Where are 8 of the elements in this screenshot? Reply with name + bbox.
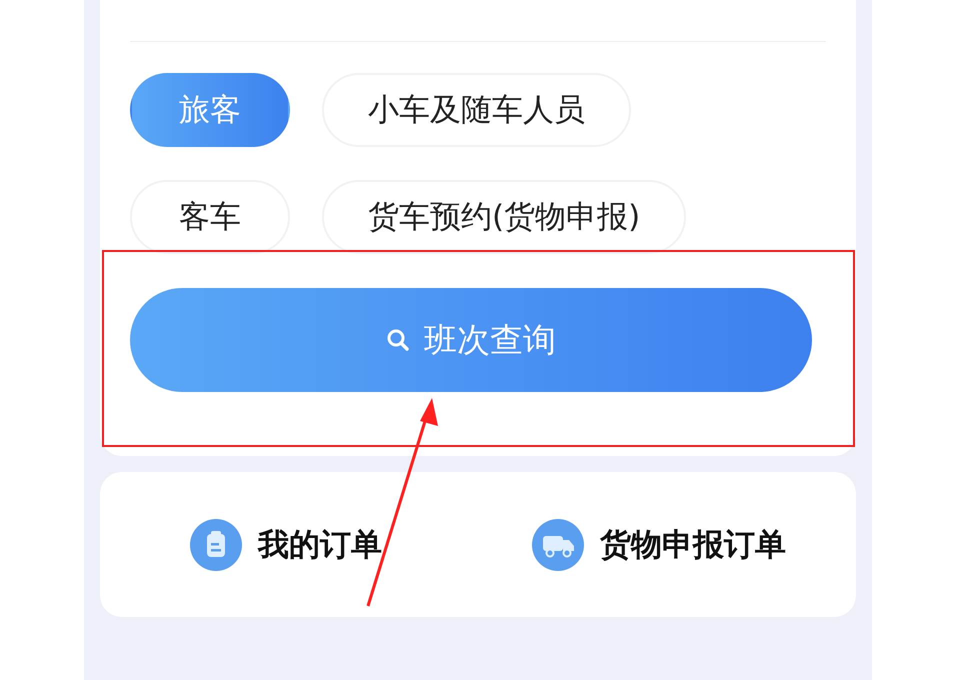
clipboard-icon — [190, 518, 242, 570]
ticket-type-tab[interactable]: 客车 — [130, 180, 290, 254]
shortcut-link[interactable]: 我的订单 — [258, 524, 382, 566]
search-icon — [386, 328, 410, 352]
truck-icon — [532, 518, 584, 570]
ticket-type-tab[interactable]: 小车及随车人员 — [322, 73, 631, 147]
ticket-type-tab[interactable]: 货车预约(货物申报) — [322, 180, 686, 254]
shortcut-link[interactable]: 货物申报订单 — [600, 524, 786, 566]
